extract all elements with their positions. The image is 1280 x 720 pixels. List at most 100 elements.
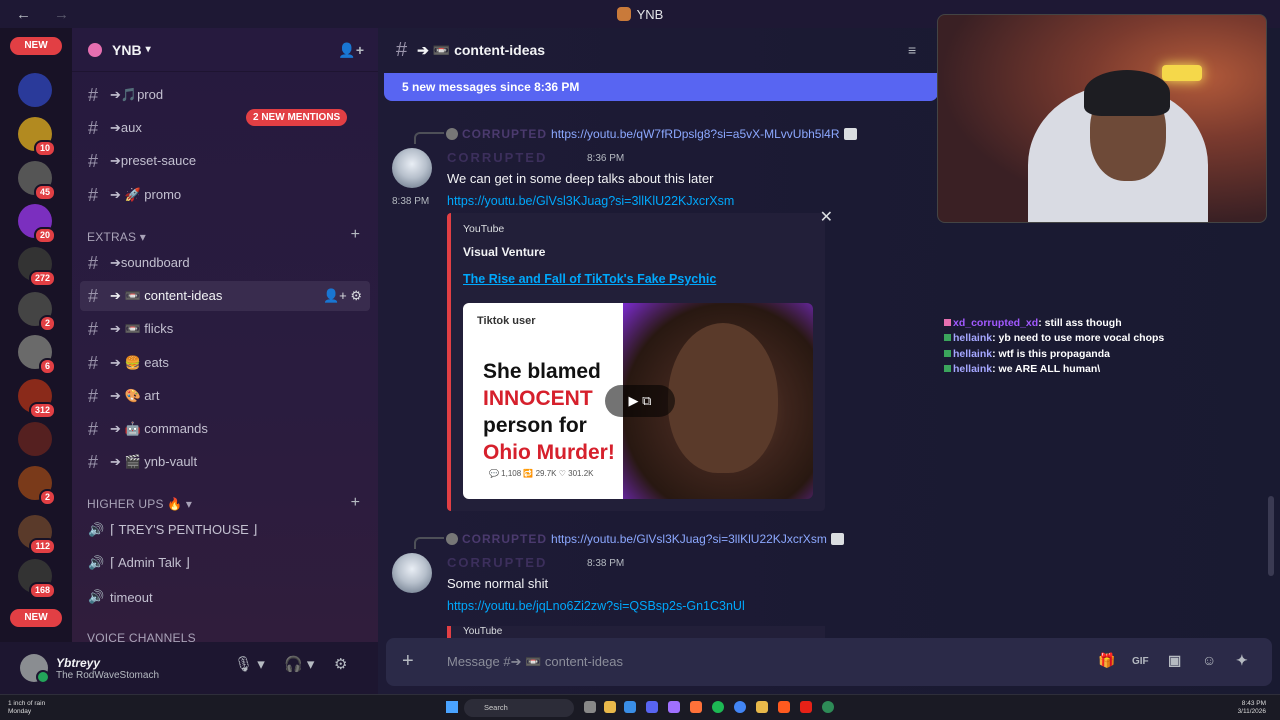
chat-line: hellaink: we ARE ALL human\: [944, 362, 1164, 377]
channel-promo[interactable]: # ➔ 🚀 promo: [80, 180, 370, 210]
channel-flicks[interactable]: # ➔ 📼 flicks: [80, 314, 370, 344]
message-timestamp: 8:36 PM: [587, 153, 625, 164]
add-channel-icon[interactable]: +: [351, 226, 360, 244]
microphone-icon[interactable]: 🎙 ▾: [234, 655, 265, 673]
server-icon[interactable]: 6: [18, 335, 56, 375]
chat-line: hellaink: yb need to use more vocal chop…: [944, 331, 1164, 346]
guild-icon: [88, 42, 102, 57]
headphones-icon[interactable]: 🎧 ▾: [284, 655, 314, 673]
spotify-icon[interactable]: [712, 701, 724, 713]
category-higher-ups[interactable]: HIGHER UPS 🔥 ▾: [87, 497, 192, 511]
clock[interactable]: 8:43 PM 3/11/2026: [1238, 700, 1266, 716]
message-author[interactable]: CORRUPTED: [447, 150, 547, 165]
close-icon[interactable]: ✕: [820, 207, 833, 227]
channel-settings-icon[interactable]: 👤+ ⚙: [323, 288, 362, 304]
server-icon[interactable]: [18, 422, 52, 456]
threads-icon[interactable]: ≡: [908, 42, 916, 58]
reply-spine: [414, 537, 444, 549]
play-icon[interactable]: ▶ ⧉: [605, 385, 675, 417]
reply-preview[interactable]: CORRUPTED https://youtu.be/qW7fRDpslg8?si…: [446, 127, 857, 141]
firefox-icon[interactable]: [690, 701, 702, 713]
channel-aux[interactable]: # ➔aux: [80, 113, 370, 143]
message-link[interactable]: https://youtu.be/jqLno6Zi2zw?si=QSBsp2s-…: [447, 599, 745, 613]
hash-icon: #: [88, 451, 99, 472]
file-explorer-icon[interactable]: [604, 701, 616, 713]
channel-soundboard[interactable]: # ➔soundboard: [80, 248, 370, 278]
embed-title-link[interactable]: The Rise and Fall of TikTok's Fake Psych…: [463, 272, 716, 286]
gear-icon[interactable]: ⚙: [334, 655, 347, 673]
server-icon[interactable]: 20: [18, 204, 56, 244]
app-icon[interactable]: [822, 701, 834, 713]
voice-treys-penthouse[interactable]: 🔊 ⌈ TREY'S PENTHOUSE ⌋: [80, 515, 370, 545]
channel-eats[interactable]: # ➔ 🍔 eats: [80, 348, 370, 378]
server-icon[interactable]: 2: [18, 292, 56, 332]
server-list: NEW 10 45 20 272 2 6 312 2 112 168 NEW: [0, 28, 72, 642]
message-author[interactable]: CORRUPTED: [447, 555, 547, 570]
chat-line: xd_corrupted_xd: still ass though: [944, 316, 1164, 331]
emoji-icon[interactable]: ☺: [1202, 652, 1216, 668]
embed-author[interactable]: Visual Venture: [463, 245, 545, 259]
server-icon[interactable]: 272: [18, 247, 56, 287]
youtube-icon[interactable]: [800, 701, 812, 713]
youtube-embed: YouTube Visual Venture The Rise and Fall…: [447, 209, 833, 511]
server-icon[interactable]: 168: [18, 559, 56, 599]
server-icon[interactable]: 112: [18, 515, 56, 555]
hash-icon: #: [88, 385, 99, 406]
message-composer[interactable]: + Message #➔ 📼 content-ideas 🎁 GIF ▣ ☺ ✦: [386, 638, 1272, 686]
gif-icon[interactable]: GIF: [1132, 656, 1149, 667]
webcam-overlay: [937, 14, 1267, 223]
weather-widget[interactable]: 1 inch of rain Monday: [8, 700, 45, 716]
guild-header[interactable]: YNB ▾ 👤+: [72, 28, 378, 72]
message-link[interactable]: https://youtu.be/GlVsl3KJuag?si=3llKlU22…: [447, 194, 734, 208]
new-messages-bar[interactable]: 5 new messages since 8:36 PM: [384, 73, 938, 101]
taskbar-search[interactable]: Search: [464, 699, 574, 717]
avatar[interactable]: [392, 148, 432, 188]
avatar[interactable]: [392, 553, 432, 593]
reply-preview[interactable]: CORRUPTED https://youtu.be/GlVsl3KJuag?si…: [446, 532, 844, 546]
neon-sign: [1162, 65, 1202, 81]
channel-content-ideas[interactable]: # ➔ 📼 content-ideas 👤+ ⚙: [80, 281, 370, 311]
channel-prod[interactable]: # ➔🎵prod: [80, 80, 370, 110]
video-thumbnail[interactable]: Tiktok user She blamed INNOCENT person f…: [463, 303, 813, 499]
new-pill[interactable]: NEW: [10, 37, 62, 55]
server-icon[interactable]: 312: [18, 379, 56, 419]
app-icon[interactable]: [756, 701, 768, 713]
app-icon[interactable]: [624, 701, 636, 713]
voice-timeout[interactable]: 🔊 timeout: [80, 582, 370, 612]
add-channel-icon[interactable]: +: [351, 494, 360, 512]
voice-admin-talk[interactable]: 🔊 ⌈ Admin Talk ⌋: [80, 548, 370, 578]
channel-ynb-vault[interactable]: # ➔ 🎬 ynb-vault: [80, 447, 370, 477]
app-icon[interactable]: [778, 701, 790, 713]
server-icon[interactable]: 2: [18, 466, 56, 506]
category-voice[interactable]: VOICE CHANNELS: [87, 631, 196, 642]
gift-icon[interactable]: 🎁: [1098, 652, 1115, 669]
new-pill[interactable]: NEW: [10, 609, 62, 627]
message-timestamp: 8:38 PM: [587, 558, 625, 569]
message-input[interactable]: Message #➔ 📼 content-ideas: [447, 654, 623, 670]
user-status: The RodWaveStomach: [56, 669, 160, 681]
server-icon[interactable]: 45: [18, 161, 56, 201]
channel-art[interactable]: # ➔ 🎨 art: [80, 381, 370, 411]
taskview-icon[interactable]: [584, 701, 596, 713]
hash-icon: #: [88, 318, 99, 339]
channel-preset-sauce[interactable]: # ➔preset-sauce: [80, 146, 370, 176]
message-text: We can get in some deep talks about this…: [447, 171, 714, 186]
hash-icon: #: [88, 252, 99, 273]
chrome-icon[interactable]: [734, 701, 746, 713]
windows-start-icon[interactable]: [446, 701, 458, 713]
hash-icon: #: [88, 285, 99, 306]
thumbnail-face: [668, 323, 778, 473]
scrollbar[interactable]: [1268, 496, 1274, 576]
category-extras[interactable]: EXTRAS ▾: [87, 230, 146, 244]
server-icon[interactable]: 10: [18, 117, 56, 157]
sticker-icon[interactable]: ▣: [1168, 652, 1181, 669]
app-icon[interactable]: [668, 701, 680, 713]
server-icon[interactable]: [18, 73, 52, 107]
invite-icon[interactable]: 👤+: [338, 42, 364, 59]
channel-commands[interactable]: # ➔ 🤖 commands: [80, 414, 370, 444]
discord-icon[interactable]: [646, 701, 658, 713]
apps-icon[interactable]: ✦: [1236, 652, 1248, 669]
add-attachment-icon[interactable]: +: [402, 650, 414, 673]
speaker-icon: 🔊: [88, 522, 105, 537]
avatar[interactable]: [20, 654, 50, 684]
